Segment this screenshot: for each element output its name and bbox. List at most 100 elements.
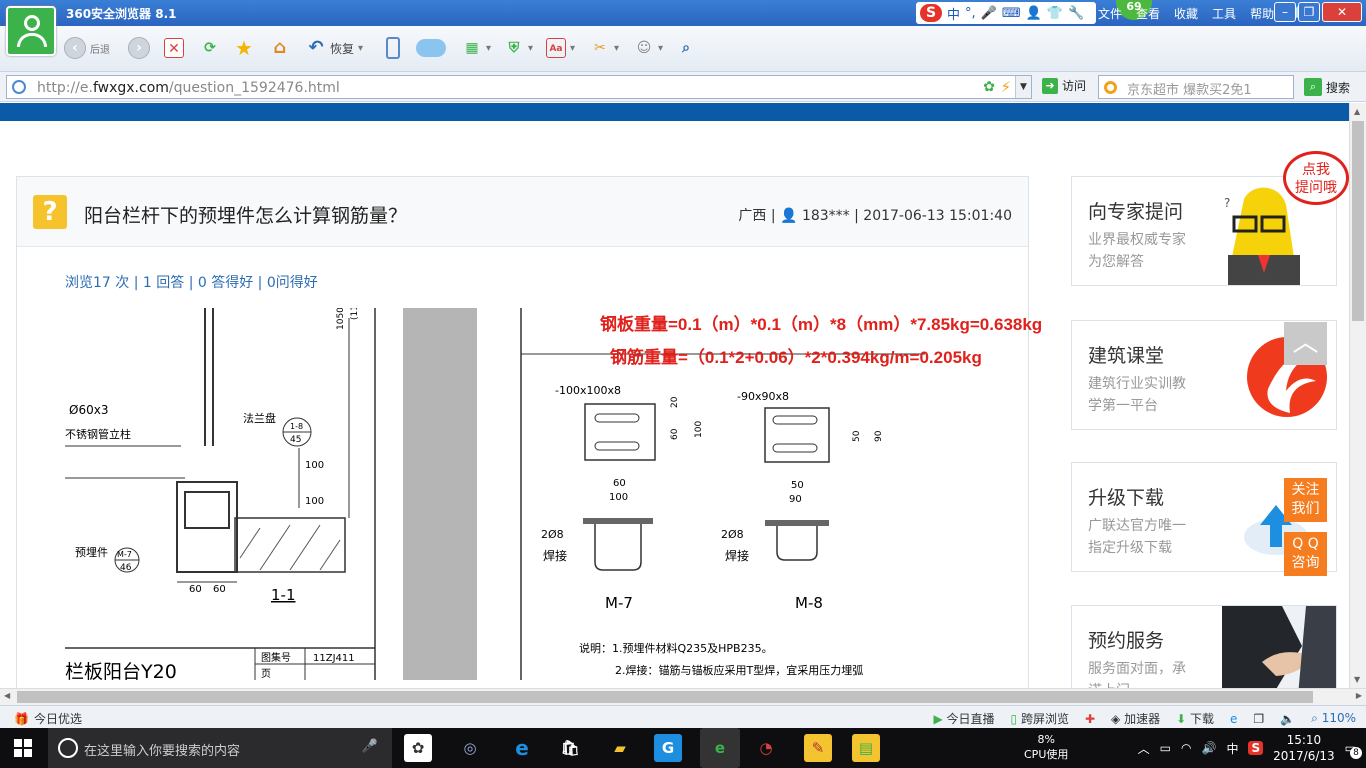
status-bar: 🎁 今日优选 ▶ 今日直播 ▯ 跨屏浏览 ✚ ◈ 加速器 ⬇ 下载 e ❐ 🔈 … (0, 705, 1366, 728)
sidebar-card-appointment[interactable]: 预约服务 服务面对面，承 诺上门 (1071, 605, 1337, 688)
home-button[interactable]: ⌂ (270, 38, 290, 58)
browser-app-icon[interactable]: ◎ (456, 734, 484, 762)
compat-mode-icon[interactable]: ✿ (983, 79, 995, 95)
ime-indicator[interactable]: 中 (1226, 740, 1238, 757)
task-view-icon[interactable]: ✿ (404, 734, 432, 762)
minimize-button[interactable]: – (1274, 2, 1296, 22)
menu-help[interactable]: 帮助 (1250, 5, 1274, 22)
zoom-level[interactable]: ⌕ 110% (1311, 711, 1356, 726)
taskbar-search-input[interactable]: 在这里输入你要搜索的内容 🎤 (48, 728, 392, 768)
clock[interactable]: 15:10 2017/6/13 (1273, 732, 1335, 764)
phone-icon[interactable] (386, 37, 400, 59)
download-button[interactable]: ⬇ 下载 (1176, 710, 1214, 727)
notes-app-icon[interactable]: ✎ (804, 734, 832, 762)
app-title: 360安全浏览器 8.1 (66, 7, 177, 21)
drawing-text: 50 (791, 480, 804, 491)
stop-button[interactable]: ✕ (164, 38, 184, 58)
microphone-icon[interactable]: 🎤 (981, 6, 997, 21)
horizontal-scroll-thumb[interactable] (17, 691, 1313, 703)
drawing-text: -100x100x8 (555, 384, 621, 397)
window-icon[interactable]: ❐ (1253, 712, 1264, 726)
health-icon[interactable]: ✚ (1085, 712, 1095, 726)
volume-icon[interactable]: 🔊 (1202, 741, 1217, 755)
app-icon-red[interactable]: ◔ (752, 734, 780, 762)
360-browser-icon[interactable]: e (700, 728, 740, 768)
question-meta: 广西 | 👤 183*** | 2017-06-13 15:01:40 (738, 208, 1012, 224)
shirt-icon[interactable]: 👕 (1047, 6, 1063, 21)
answer-formula-rebar: 钢筋重量=（0.1*2+0.06）*2*0.394kg/m=0.205kg (610, 348, 982, 367)
vertical-scroll-thumb[interactable] (1352, 121, 1364, 321)
doc-app-icon[interactable]: ▤ (852, 734, 880, 762)
horizontal-scrollbar[interactable]: ◀ ▶ (0, 688, 1366, 705)
notification-icon[interactable]: ▭ 8 (1345, 741, 1362, 759)
menu-tools[interactable]: 工具 (1212, 5, 1236, 22)
wifi-icon[interactable]: ◠ (1181, 741, 1191, 755)
search-button[interactable]: ⌕ 搜索 (1304, 78, 1350, 96)
scroll-up-icon[interactable]: ▲ (1354, 107, 1360, 116)
answer-formula-plate: 钢板重量=0.1（m）*0.1（m）*8（mm）*7.85kg=0.638kg (600, 315, 1043, 334)
wrench-icon[interactable]: 🔧 (1068, 6, 1084, 21)
close-button[interactable]: ✕ (1322, 2, 1362, 22)
forward-button[interactable]: › (128, 37, 150, 59)
drawing-text: 100 (609, 492, 628, 503)
scroll-left-icon[interactable]: ◀ (4, 691, 10, 700)
sogou-tray-icon[interactable]: S (1248, 741, 1264, 755)
sogou-ime-icon[interactable]: S (920, 4, 942, 22)
question-user[interactable]: 183*** (802, 208, 850, 224)
volume-icon[interactable]: 🔈 (1280, 712, 1295, 726)
ie-icon[interactable]: e (1230, 712, 1237, 726)
glodon-app-icon[interactable]: G (654, 734, 682, 762)
shield-icon[interactable]: ⛨ (504, 38, 524, 58)
back-button[interactable]: ‹ 后退 (64, 34, 110, 62)
ime-toolbar[interactable]: S 中 °, 🎤 ⌨ 👤 👕 🔧 (916, 2, 1096, 24)
menu-file[interactable]: 文件 (1098, 5, 1122, 22)
speed-mode-icon[interactable]: ⚡ (1000, 78, 1011, 96)
cloud-icon[interactable] (416, 39, 446, 57)
question-region[interactable]: 广西 (738, 208, 766, 224)
cpu-usage[interactable]: 8% CPU使用 (1024, 732, 1068, 762)
search-engine-icon[interactable] (1104, 81, 1117, 94)
url-text[interactable]: http://e.fwxgx.com/question_1592476.html (37, 80, 340, 96)
qq-consult-button[interactable]: Q Q 咨询 (1284, 532, 1327, 576)
back-to-top-button[interactable]: ︿ (1284, 322, 1327, 365)
daily-picks-button[interactable]: 🎁 今日优选 (14, 710, 82, 727)
scroll-down-icon[interactable]: ▼ (1354, 675, 1360, 684)
game-icon[interactable]: ☺ (634, 38, 654, 58)
vertical-scrollbar[interactable]: ▲ ▼ (1349, 103, 1366, 688)
follow-us-button[interactable]: 关注 我们 (1284, 478, 1327, 522)
menu-favorites[interactable]: 收藏 (1174, 5, 1198, 22)
keyboard-icon[interactable]: ⌨ (1002, 6, 1021, 21)
ime-mode-label[interactable]: 中 (947, 4, 960, 23)
apps-icon[interactable]: ▦ (462, 38, 482, 58)
microphone-icon[interactable]: 🎤 (362, 739, 378, 754)
cross-screen-button[interactable]: ▯ 跨屏浏览 (1011, 710, 1069, 727)
punctuation-icon[interactable]: °, (965, 6, 976, 21)
file-explorer-icon[interactable]: ▰ (606, 734, 634, 762)
tray-expand-icon[interactable]: ︿ (1138, 740, 1150, 757)
scroll-right-icon[interactable]: ▶ (1356, 691, 1362, 700)
window-controls: – ❐ ✕ (1274, 2, 1362, 22)
accelerator-button[interactable]: ◈ 加速器 (1111, 710, 1160, 727)
windows-start-icon[interactable] (14, 739, 32, 757)
user-icon[interactable]: 👤 (1026, 6, 1042, 21)
restore-tab-button[interactable]: ↶ 恢复 ▾ (306, 34, 363, 62)
go-arrow-icon: ➜ (1042, 77, 1058, 94)
mascot-bubble[interactable]: 点我 提问哦 (1283, 151, 1349, 205)
store-icon[interactable]: 🛍 (556, 734, 584, 762)
refresh-button[interactable]: ⟳ (200, 38, 220, 58)
favorite-star-icon[interactable]: ★ (234, 38, 254, 58)
zoom-search-icon[interactable]: ⌕ (676, 38, 696, 58)
search-input[interactable]: 京东超市 爆款买2免1 (1098, 75, 1294, 99)
edge-icon[interactable]: e (508, 734, 536, 762)
restore-button[interactable]: ❐ (1298, 2, 1320, 22)
menu-view[interactable]: 查看 (1136, 5, 1160, 22)
go-button[interactable]: ➜ 访问 (1042, 77, 1086, 94)
address-bar[interactable]: http://e.fwxgx.com/question_1592476.html… (6, 75, 1032, 99)
network-icon[interactable]: ▭ (1160, 741, 1171, 755)
screenshot-icon[interactable]: ✂ (590, 38, 610, 58)
translate-icon[interactable]: Aa (546, 38, 566, 58)
user-avatar[interactable] (6, 6, 56, 56)
address-dropdown-button[interactable]: ▼ (1015, 76, 1031, 98)
drawing-text: Ø60x3 (69, 403, 108, 417)
live-button[interactable]: ▶ 今日直播 (933, 710, 994, 727)
